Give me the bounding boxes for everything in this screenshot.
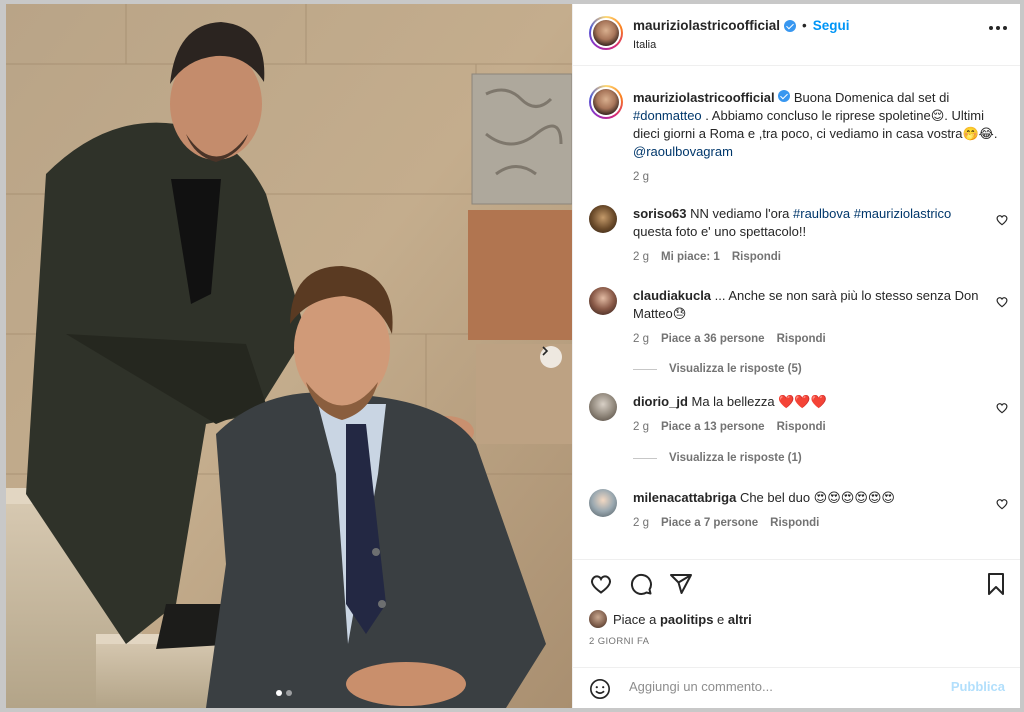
- reply-button[interactable]: Rispondi: [777, 421, 826, 433]
- caption-avatar[interactable]: [589, 85, 623, 119]
- commenter-avatar[interactable]: [589, 393, 617, 421]
- chevron-right-icon: [542, 346, 549, 356]
- comment-username[interactable]: claudiakucla: [633, 288, 711, 303]
- carousel-dot: [286, 690, 292, 696]
- liker-username[interactable]: paolitips: [660, 612, 713, 627]
- verified-badge-icon: [778, 90, 791, 102]
- comment-likes[interactable]: Mi piace: 1: [661, 251, 720, 263]
- caption-text-part: Buona Domenica dal set di: [790, 90, 950, 105]
- add-comment-bar: Aggiungi un commento... Pubblica: [573, 667, 1020, 708]
- photo-illustration: [6, 4, 572, 708]
- comment-heart-icon[interactable]: [995, 401, 1009, 415]
- comment-heart-icon[interactable]: [995, 295, 1009, 309]
- carousel-dots: [276, 690, 292, 696]
- caption-username[interactable]: mauriziolastricoofficial: [633, 90, 775, 105]
- mention-link[interactable]: @raoulbovagram: [633, 144, 733, 159]
- next-photo-button[interactable]: [540, 346, 562, 368]
- hashtag-link[interactable]: #donmatteo: [633, 108, 702, 123]
- comment-meta: 2 g Mi piace: 1 Rispondi: [633, 251, 781, 263]
- publish-button[interactable]: Pubblica: [951, 679, 1005, 694]
- bookmark-icon[interactable]: [985, 572, 1007, 596]
- caption-text: mauriziolastricoofficial Buona Domenica …: [633, 89, 1003, 161]
- caption-time[interactable]: 2 g: [633, 171, 649, 183]
- hashtag-link[interactable]: #raulbova: [793, 206, 850, 221]
- comment-text: milenacattabriga Che bel duo 😍😍😍😍😍😍: [633, 489, 1003, 507]
- liker-avatar[interactable]: [589, 610, 607, 628]
- commenter-avatar[interactable]: [589, 205, 617, 233]
- likes-prefix: Piace a: [613, 611, 660, 627]
- likes-others-link[interactable]: altri: [728, 612, 752, 627]
- view-replies-button[interactable]: Visualizza le risposte (5): [633, 363, 802, 375]
- comment-time[interactable]: 2 g: [633, 517, 649, 529]
- comment-username[interactable]: diorio_jd: [633, 394, 688, 409]
- comment-text-part: NN vediamo l'ora: [686, 206, 794, 221]
- likes-summary: Piace a paolitips e altri: [589, 610, 752, 628]
- comment-likes[interactable]: Piace a 13 persone: [661, 421, 765, 433]
- comment-text-part: Che bel duo 😍😍😍😍😍😍: [736, 490, 895, 505]
- verified-badge-icon: [784, 19, 797, 32]
- comment-heart-icon[interactable]: [995, 497, 1009, 511]
- comment-meta: 2 g Piace a 36 persone Rispondi: [633, 333, 826, 345]
- comment-likes[interactable]: Piace a 7 persone: [661, 517, 758, 529]
- post-side-panel: mauriziolastricoofficial • Segui Italia …: [572, 4, 1020, 708]
- comment-text-part: questa foto e' uno spettacolo!!: [633, 224, 807, 239]
- reply-button[interactable]: Rispondi: [777, 333, 826, 345]
- comment-icon[interactable]: [629, 572, 653, 596]
- comment-likes[interactable]: Piace a 36 persone: [661, 333, 765, 345]
- comment-heart-icon[interactable]: [995, 213, 1009, 227]
- caption-meta: 2 g: [633, 171, 649, 183]
- comment-username[interactable]: milenacattabriga: [633, 490, 736, 505]
- likes-middle: e: [713, 611, 728, 627]
- send-icon[interactable]: [669, 572, 693, 596]
- commenter-avatar[interactable]: [589, 287, 617, 315]
- comment-text: claudiakucla ... Anche se non sarà più l…: [633, 287, 1003, 323]
- instagram-post-window: mauriziolastricoofficial • Segui Italia …: [6, 4, 1020, 708]
- post-photo[interactable]: [6, 4, 572, 708]
- emoji-icon[interactable]: [589, 678, 611, 700]
- author-username[interactable]: mauriziolastricoofficial: [633, 18, 780, 33]
- post-location[interactable]: Italia: [633, 39, 656, 51]
- carousel-dot-active: [276, 690, 282, 696]
- hashtag-link[interactable]: #mauriziolastrico: [854, 206, 952, 221]
- likes-text: Piace a paolitips e altri: [613, 612, 752, 627]
- comment-meta: 2 g Piace a 13 persone Rispondi: [633, 421, 826, 433]
- comment-text-part: Ma la bellezza ❤️❤️❤️: [687, 394, 827, 409]
- comment-text: soriso63 NN vediamo l'ora #raulbova #mau…: [633, 205, 1003, 241]
- comment-time[interactable]: 2 g: [633, 251, 649, 263]
- author-avatar[interactable]: [589, 16, 623, 50]
- post-actions: Piace a paolitips e altri 2 GIORNI FA: [573, 559, 1020, 667]
- follow-button[interactable]: Segui: [813, 18, 850, 33]
- more-dots-icon[interactable]: [989, 26, 1007, 30]
- comment-time[interactable]: 2 g: [633, 421, 649, 433]
- separator-dot: •: [802, 18, 807, 33]
- comment-text: diorio_jd Ma la bellezza ❤️❤️❤️: [633, 393, 1003, 411]
- view-replies-button[interactable]: Visualizza le risposte (1): [633, 452, 802, 464]
- post-date[interactable]: 2 GIORNI FA: [589, 636, 649, 647]
- comment-input[interactable]: Aggiungi un commento...: [629, 679, 773, 694]
- comment-meta: 2 g Piace a 7 persone Rispondi: [633, 517, 819, 529]
- comment-username[interactable]: soriso63: [633, 206, 686, 221]
- commenter-avatar[interactable]: [589, 489, 617, 517]
- comments-section[interactable]: mauriziolastricoofficial Buona Domenica …: [573, 67, 1020, 559]
- post-header: mauriziolastricoofficial • Segui Italia: [573, 4, 1020, 66]
- reply-button[interactable]: Rispondi: [732, 251, 781, 263]
- heart-icon[interactable]: [589, 572, 613, 596]
- comment-time[interactable]: 2 g: [633, 333, 649, 345]
- reply-button[interactable]: Rispondi: [770, 517, 819, 529]
